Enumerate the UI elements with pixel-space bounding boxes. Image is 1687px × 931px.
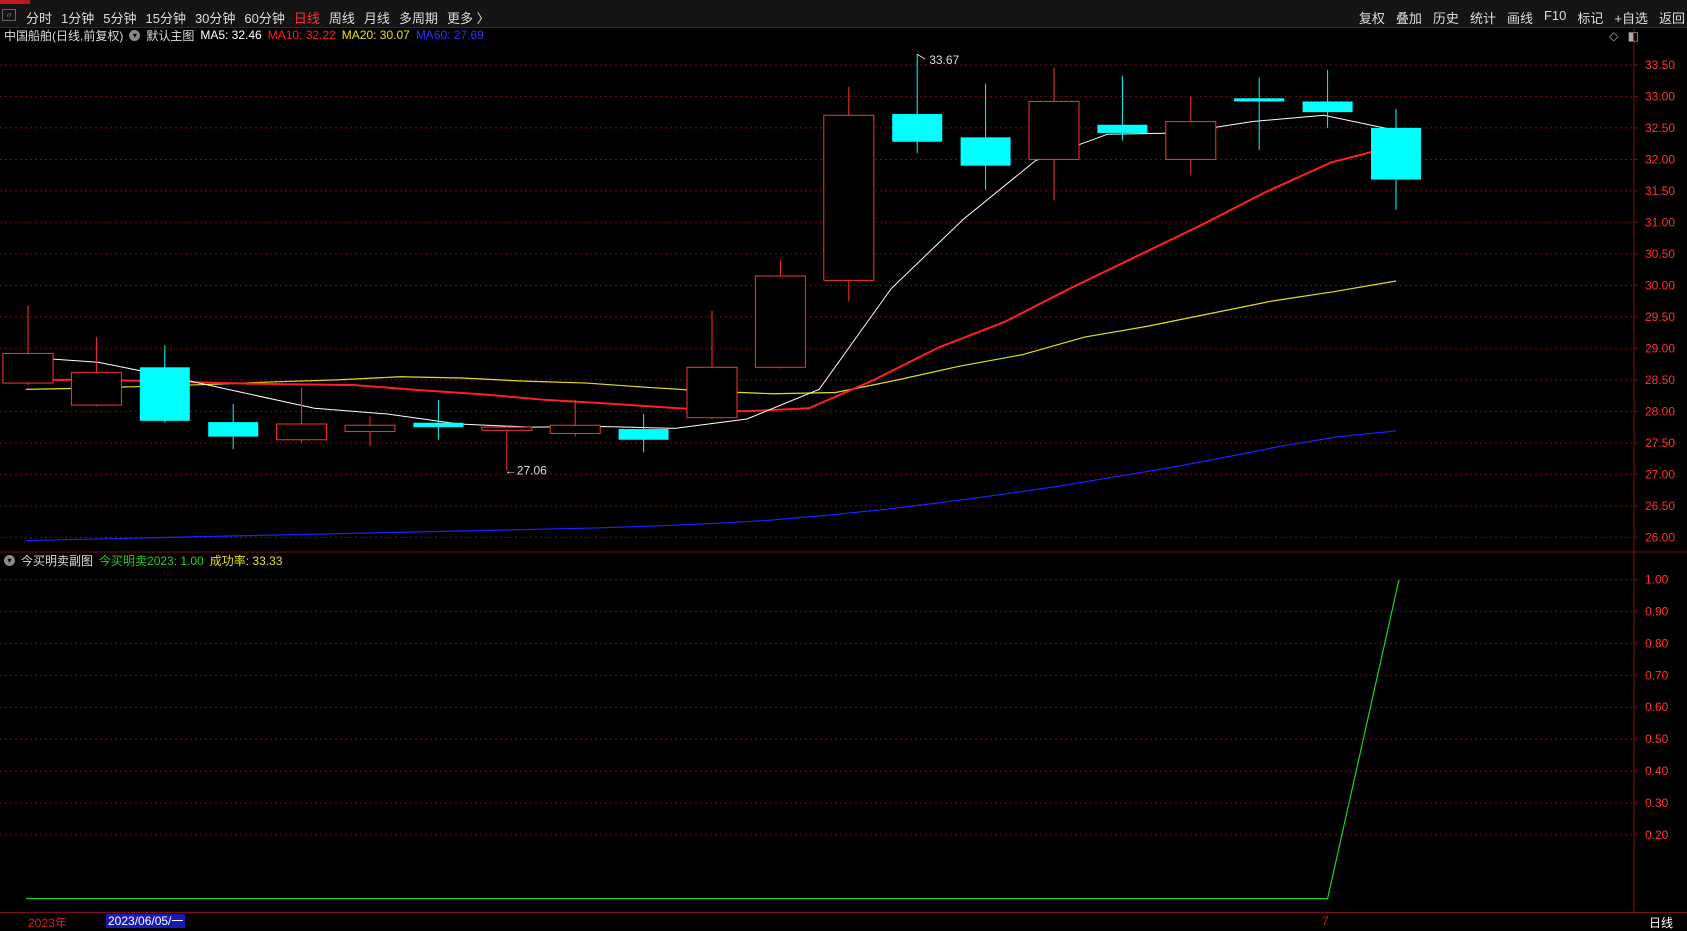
chart-tools: ◇ ◧ [1603,29,1639,43]
candle-body-up [549,424,601,434]
y-tick-label: 29.00 [1645,341,1675,355]
y-tick-label: 33.00 [1645,89,1675,103]
candle-body-up [686,366,738,419]
success-rate: 成功率: 33.33 [209,553,283,568]
ma20-value: MA20: 30.07 [341,28,410,42]
period-label[interactable]: 日线 [1649,914,1673,931]
y-tick-label: 31.00 [1645,215,1675,229]
candle-body-up [481,426,533,431]
y-tick-label: 0.90 [1645,604,1669,618]
ma60-value: MA60: 27.69 [415,28,484,42]
candle-body-up [1165,121,1217,160]
candle-body-up [344,424,396,433]
main-indicator-bar: 中国船舶(日线,前复权) ▾ 默认主图 MA5: 32.46 MA10: 32.… [4,27,490,43]
high-label: 33.67 [929,53,959,67]
y-tick-label: 28.00 [1645,404,1675,418]
template-name[interactable]: 默认主图 [146,27,194,44]
low-label: ←27.06 [505,464,547,478]
y-tick-label: 32.50 [1645,121,1675,135]
stock-title: 中国船舶(日线,前复权) [4,28,124,43]
y-tick-label: 0.80 [1645,636,1669,650]
month-mark: 7 [1322,914,1329,928]
indicator-value: 今买明卖2023: 1.00 [99,553,204,568]
y-tick-label: 33.50 [1645,58,1675,72]
y-tick-label: 0.30 [1645,796,1669,810]
candle-body-up [276,423,328,441]
diamond-icon[interactable]: ◇ [1609,29,1618,43]
candle-body-up [823,114,875,281]
chevron-down-icon[interactable]: ▾ [129,29,141,41]
y-tick-label: 29.50 [1645,310,1675,324]
candle-body-down [618,429,669,440]
candle-body-down [960,137,1011,166]
candle-body-down [1302,101,1353,113]
date-axis: 2023年 2023/06/05/一 7 日线 [0,912,1687,931]
sub-chart-title[interactable]: 今买明卖副图 [21,552,93,569]
y-tick-label: 31.50 [1645,184,1675,198]
y-tick-label: 0.40 [1645,764,1669,778]
price-chart[interactable]: 33.50 33.00 32.50 32.00 31.50 31.00 30.50 30.00… [0,0,1687,912]
ma10-value: MA10: 32.22 [267,28,336,42]
chevron-down-icon[interactable]: ▾ [4,554,15,566]
y-tick-label: 30.50 [1645,247,1675,261]
candle-body-down [413,422,464,428]
candle-body-down [1371,127,1421,180]
y-tick-label: 30.00 [1645,278,1675,292]
candle-body-up [754,275,806,368]
y-tick-label: 1.00 [1645,573,1669,587]
y-tick-label: 0.60 [1645,700,1669,714]
candle-body-down [1097,124,1148,133]
ma5-value: MA5: 32.46 [200,28,262,42]
y-tick-label: 0.20 [1645,828,1669,842]
y-tick-label: 26.50 [1645,499,1675,513]
candle-body-down [208,422,259,437]
candle-body-down [892,114,943,142]
selected-date: 2023/06/05/一 [106,914,186,928]
candle-body-up [70,371,122,406]
y-tick-label: 26.00 [1645,530,1675,544]
y-tick-label: 27.00 [1645,467,1675,481]
candle-body-down [139,367,190,421]
candle-body-up [1028,100,1080,160]
y-tick-label: 27.50 [1645,436,1675,450]
ma60-line [25,430,1397,542]
candle-body-down [1234,98,1285,102]
y-tick-label: 28.50 [1645,373,1675,387]
high-pointer [916,53,926,60]
y-tick-label: 32.00 [1645,152,1675,166]
sub-indicator-bar: ▾ 今买明卖副图 今买明卖2023: 1.00 成功率: 33.33 [4,552,288,568]
year-label: 2023年 [28,916,67,930]
candle-body-up [2,352,54,384]
y-tick-label: 0.50 [1645,732,1669,746]
window-icon[interactable]: ◧ [1628,29,1639,43]
y-tick-label: 0.70 [1645,668,1669,682]
